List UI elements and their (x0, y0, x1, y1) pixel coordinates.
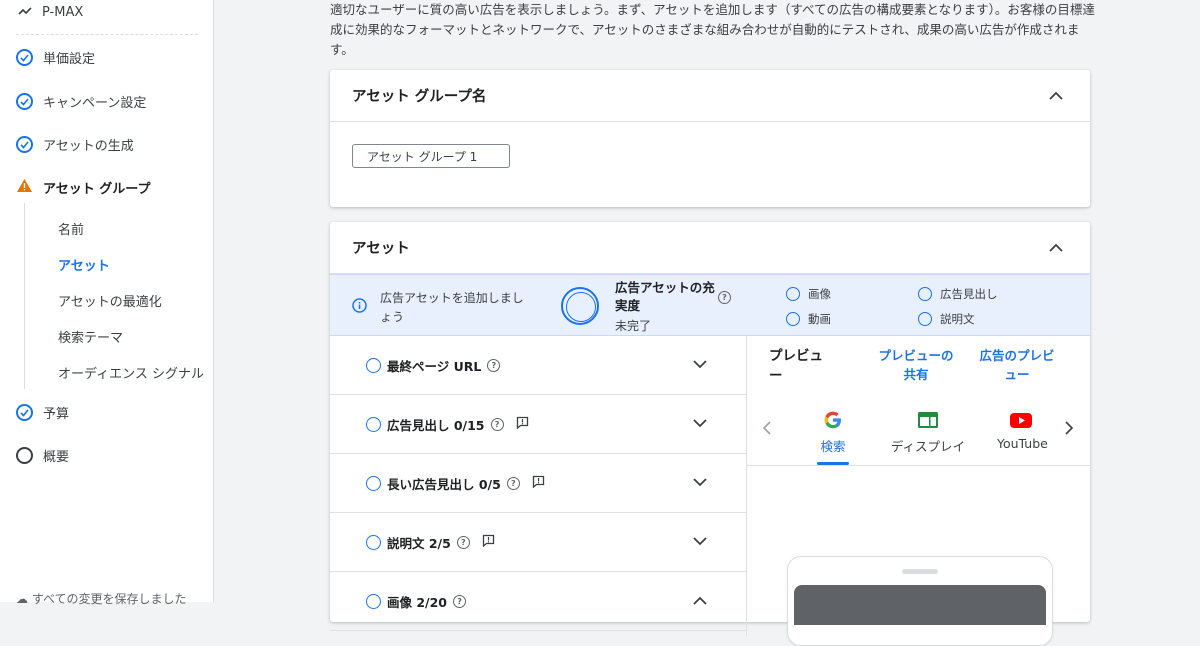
empty-circle-icon (786, 287, 800, 301)
asset-row-final-url[interactable]: 最終ページ URL ? (330, 336, 747, 395)
feedback-icon[interactable] (532, 475, 545, 491)
empty-circle-icon (918, 287, 932, 301)
help-icon[interactable]: ? (456, 535, 470, 549)
google-icon (809, 408, 857, 432)
strength-message: 広告アセットを追加しましょう (380, 291, 524, 324)
warning-icon (16, 178, 33, 197)
empty-circle-icon (918, 312, 932, 326)
empty-circle-icon (366, 357, 381, 373)
campaign-type: P-MAX (18, 5, 83, 20)
requirement-videos: 動画 (786, 311, 831, 327)
cloud-done-icon: ☁ (16, 592, 28, 606)
chevron-down-icon[interactable] (693, 475, 707, 490)
requirement-descriptions: 説明文 (918, 311, 975, 327)
sidebar: P-MAX 単価設定 キャンペーン設定 アセットの生成 アセット グループ 名前… (0, 0, 214, 606)
asset-list: 最終ページ URL ? 広告見出し 0/15 ? 長い広告見出し 0/5 ? 説… (330, 336, 747, 636)
active-tab-indicator (817, 462, 849, 465)
phone-mockup (787, 556, 1053, 646)
check-circle-icon (16, 93, 33, 110)
help-icon[interactable]: ? (490, 417, 504, 431)
empty-circle-icon (366, 534, 381, 550)
check-circle-icon (16, 404, 33, 421)
sidebar-subitem-audience-signals[interactable]: オーディエンス シグナル (58, 363, 204, 382)
sidebar-subitem-search-themes[interactable]: 検索テーマ (58, 327, 123, 346)
requirement-images: 画像 (786, 286, 831, 302)
sidebar-item-label: 概要 (43, 450, 70, 465)
help-icon[interactable]: ? (487, 358, 501, 372)
help-icon[interactable]: ? (453, 594, 467, 608)
sidebar-item-label: アセット グループ (43, 182, 151, 197)
check-circle-icon (16, 136, 33, 153)
divider (16, 34, 198, 35)
empty-circle-icon (16, 447, 33, 464)
ad-preview-link[interactable]: 広告のプレビュー (975, 346, 1059, 384)
help-icon[interactable]: ? (718, 291, 731, 304)
campaign-type-label: P-MAX (42, 5, 84, 20)
trend-icon (18, 5, 32, 20)
save-status: ☁ すべての変更を保存しました (16, 592, 187, 606)
sidebar-item-asset-generation[interactable]: アセットの生成 (16, 135, 134, 154)
assets-card: アセット 広告アセットを追加しましょう 広告アセットの充実度 ? 未完了 画像 … (330, 222, 1090, 646)
asset-row-long-headlines[interactable]: 長い広告見出し 0/5 ? (330, 454, 747, 513)
check-circle-icon (16, 49, 33, 66)
feedback-icon[interactable] (516, 416, 529, 432)
asset-group-name-input[interactable]: アセット グループ 1 (352, 144, 510, 168)
chevron-up-icon[interactable] (1046, 86, 1066, 106)
strength-value: 未完了 (615, 319, 652, 333)
chevron-down-icon[interactable] (693, 534, 707, 549)
tab-search[interactable]: 検索 (809, 408, 857, 455)
info-icon (352, 298, 367, 317)
card-title: アセット グループ名 (352, 89, 487, 105)
card-header[interactable]: アセット (330, 222, 1090, 274)
sidebar-item-asset-group[interactable]: アセット グループ (16, 178, 151, 197)
sidebar-subitem-asset-optimization[interactable]: アセットの最適化 (58, 291, 162, 310)
chevron-left-icon[interactable] (762, 420, 771, 439)
sub-nav-rail (24, 203, 25, 389)
card-header[interactable]: アセット グループ名 (330, 70, 1090, 122)
phone-screen (794, 585, 1046, 625)
intro-text: 適切なユーザーに質の高い広告を表示しましょう。まず、アセットを追加します（すべて… (330, 2, 1095, 57)
main-content: 適切なユーザーに質の高い広告を表示しましょう。まず、アセットを追加します（すべて… (214, 0, 1200, 646)
chevron-up-icon[interactable] (1046, 238, 1066, 258)
sidebar-item-label: 単価設定 (43, 52, 96, 67)
preview-panel: プレビュー プレビューの共有 広告のプレビュー 検索 ディスプレイ YouTub… (747, 336, 1090, 646)
card-title: アセット (352, 241, 410, 257)
sidebar-subitem-name[interactable]: 名前 (58, 219, 84, 238)
sidebar-item-bidding[interactable]: 単価設定 (16, 48, 95, 67)
empty-circle-icon (786, 312, 800, 326)
empty-circle-icon (366, 416, 381, 432)
ad-strength-banner: 広告アセットを追加しましょう 広告アセットの充実度 ? 未完了 画像 広告見出し… (330, 274, 1090, 336)
requirement-headlines: 広告見出し (918, 286, 998, 302)
preview-tabs: 検索 ディスプレイ YouTube (747, 396, 1090, 466)
tab-display[interactable]: ディスプレイ (887, 408, 969, 455)
empty-circle-icon (366, 593, 381, 609)
sidebar-item-campaign-settings[interactable]: キャンペーン設定 (16, 92, 146, 111)
chevron-down-icon[interactable] (693, 416, 707, 431)
chevron-down-icon[interactable] (693, 357, 707, 372)
empty-circle-icon (366, 475, 381, 491)
strength-title: 広告アセットの充実度 (615, 280, 715, 313)
preview-title: プレビュー (769, 348, 823, 384)
chevron-up-icon[interactable] (693, 593, 707, 608)
sidebar-item-summary[interactable]: 概要 (16, 446, 69, 465)
help-icon[interactable]: ? (506, 476, 520, 490)
tab-youtube[interactable]: YouTube (997, 408, 1055, 451)
feedback-icon[interactable] (482, 534, 495, 550)
asset-row-headlines[interactable]: 広告見出し 0/15 ? (330, 395, 747, 454)
share-preview-link[interactable]: プレビューの共有 (875, 346, 957, 384)
sidebar-item-label: キャンペーン設定 (43, 96, 147, 111)
phone-speaker (902, 569, 938, 574)
display-icon (887, 408, 969, 432)
sidebar-item-label: アセットの生成 (43, 139, 134, 154)
sidebar-subitem-assets[interactable]: アセット (58, 255, 110, 274)
asset-row-descriptions[interactable]: 説明文 2/5 ? (330, 513, 747, 572)
asset-group-name-card: アセット グループ名 アセット グループ 1 (330, 70, 1090, 207)
chevron-right-icon[interactable] (1065, 420, 1074, 439)
youtube-icon (997, 408, 1055, 432)
sidebar-item-budget[interactable]: 予算 (16, 403, 69, 422)
ad-strength-ring (561, 287, 599, 325)
sidebar-item-label: 予算 (43, 407, 70, 422)
